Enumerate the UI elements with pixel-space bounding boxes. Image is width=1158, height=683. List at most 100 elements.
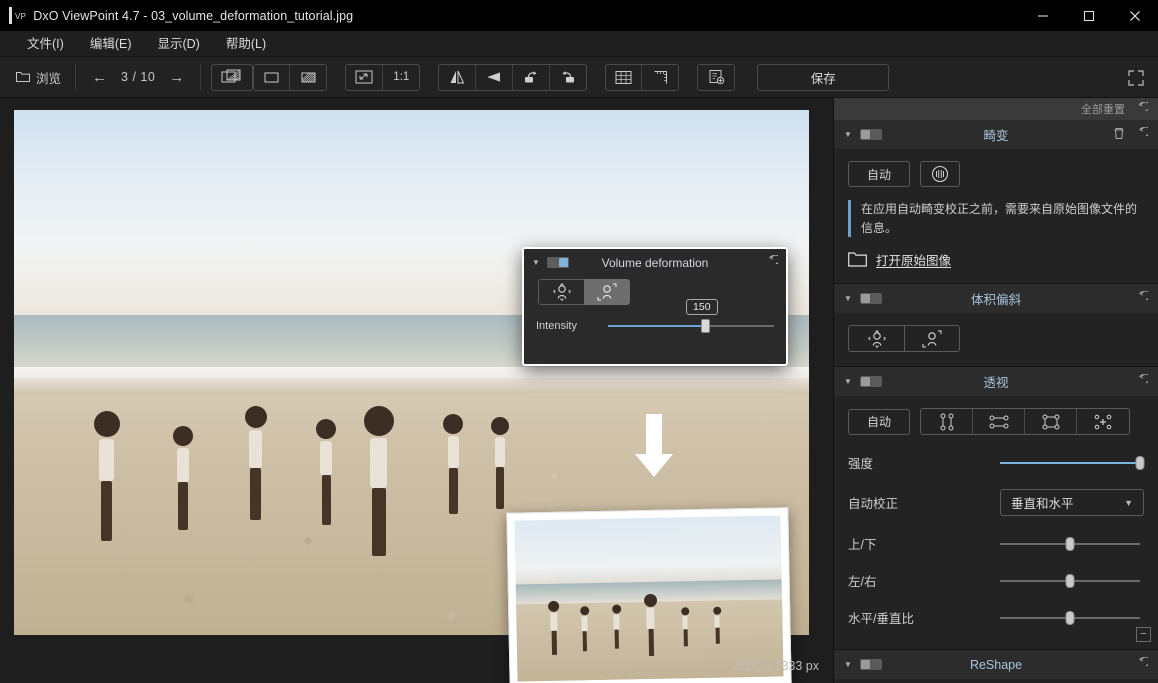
section-perspective-reset-button[interactable]: [1135, 374, 1148, 389]
volume-deformation-overlay[interactable]: ▼ Volume deformation: [522, 247, 788, 366]
watermark-button[interactable]: [698, 65, 734, 90]
menu-help[interactable]: 帮助(L): [213, 31, 279, 57]
overlay-group: [605, 64, 679, 91]
section-distortion-header[interactable]: ▼ 畸变: [834, 120, 1158, 149]
perspective-updown-slider[interactable]: [1000, 543, 1140, 545]
overlay-intensity-handle[interactable]: [701, 319, 710, 333]
menu-edit[interactable]: 编辑(E): [77, 31, 145, 57]
previous-image-button[interactable]: ←: [92, 70, 107, 85]
result-thumbnail-image: [514, 515, 783, 681]
overlay-intensity-slider[interactable]: 150: [608, 325, 774, 327]
perspective-ratio-handle[interactable]: [1066, 611, 1075, 625]
minimize-button[interactable]: [1020, 0, 1066, 31]
photo-figure-main: [364, 406, 394, 556]
volume-mode-edge-icon: [594, 282, 620, 302]
compare-split-button[interactable]: [212, 65, 252, 90]
trash-icon: [1113, 127, 1125, 140]
photo-foam: [14, 367, 809, 393]
grid-button[interactable]: [606, 65, 642, 90]
section-perspective-toggle[interactable]: [860, 376, 882, 387]
fit-to-screen-icon: [355, 70, 373, 84]
perspective-intensity-label: 强度: [848, 453, 1000, 472]
ruler-button[interactable]: [642, 65, 678, 90]
close-button[interactable]: [1112, 0, 1158, 31]
section-distortion-toggle[interactable]: [860, 129, 882, 140]
open-raw-image-link[interactable]: 打开原始图像: [848, 250, 1144, 269]
perspective-auto-button[interactable]: 自动: [848, 409, 910, 435]
volume-mode-edge-button[interactable]: [904, 325, 960, 352]
chevron-down-icon[interactable]: ▼: [844, 660, 852, 669]
section-reshape-reset-button[interactable]: [1135, 657, 1148, 672]
next-image-button[interactable]: →: [169, 70, 184, 85]
trash-button[interactable]: [1113, 127, 1125, 143]
perspective-ratio-slider[interactable]: [1000, 617, 1140, 619]
volume-mode-center-button[interactable]: [848, 325, 904, 352]
section-reshape-actions: [1135, 657, 1148, 672]
perspective-eight-point-button[interactable]: [1077, 409, 1129, 434]
maximize-button[interactable]: [1066, 0, 1112, 31]
rotate-right-icon: [559, 69, 577, 85]
browse-button[interactable]: 浏览: [0, 57, 75, 98]
toolbar-divider-2: [200, 64, 201, 90]
chevron-down-icon[interactable]: ▼: [844, 377, 852, 386]
fit-to-screen-button[interactable]: [346, 65, 383, 90]
minimize-icon: [1037, 10, 1049, 22]
volume-mode-edge-icon: [918, 329, 946, 349]
rotate-right-button[interactable]: [550, 65, 586, 90]
chevron-down-icon: ▼: [1124, 498, 1133, 508]
before-button[interactable]: [254, 65, 290, 90]
perspective-intensity-handle[interactable]: [1136, 456, 1145, 470]
perspective-updown-handle[interactable]: [1066, 537, 1075, 551]
menu-view[interactable]: 显示(D): [144, 31, 212, 57]
chevron-down-icon[interactable]: ▼: [844, 294, 852, 303]
distortion-lens-button[interactable]: [920, 161, 960, 187]
reset-all-button[interactable]: [1134, 102, 1148, 117]
section-reshape-header[interactable]: ▼ ReShape: [834, 650, 1158, 679]
watermark-icon: [708, 69, 725, 85]
perspective-collapse-button[interactable]: −: [1136, 627, 1151, 642]
auto-correct-dropdown[interactable]: 垂直和水平 ▼: [1000, 489, 1144, 516]
browse-label: 浏览: [36, 68, 61, 87]
rotate-left-icon: [522, 69, 540, 85]
zoom-1-1-button[interactable]: 1:1: [383, 65, 419, 90]
perspective-horizontal-button[interactable]: [973, 409, 1025, 434]
chevron-down-icon[interactable]: ▼: [532, 258, 540, 267]
fullscreen-button[interactable]: [1126, 68, 1146, 88]
section-distortion-reset-button[interactable]: [1135, 127, 1148, 143]
section-reshape-toggle[interactable]: [860, 659, 882, 670]
overlay-intensity-row: Intensity 150: [524, 320, 786, 332]
distortion-auto-button[interactable]: 自动: [848, 161, 910, 187]
reset-icon: [1135, 374, 1148, 386]
section-volume-header[interactable]: ▼ 体积偏斜: [834, 284, 1158, 313]
perspective-leftright-handle[interactable]: [1066, 574, 1075, 588]
rotate-left-button[interactable]: [513, 65, 550, 90]
menu-file[interactable]: 文件(I): [14, 31, 77, 57]
image-canvas[interactable]: ▼ Volume deformation: [0, 98, 833, 683]
section-perspective-header[interactable]: ▼ 透视: [834, 367, 1158, 396]
flip-horizontal-button[interactable]: [439, 65, 476, 90]
chevron-down-icon[interactable]: ▼: [844, 130, 852, 139]
reset-all-label[interactable]: 全部重置: [1081, 101, 1125, 117]
perspective-leftright-slider[interactable]: [1000, 580, 1140, 582]
perspective-rectangle-button[interactable]: [1025, 409, 1077, 434]
down-arrow-icon: [632, 412, 676, 480]
section-volume-toggle[interactable]: [860, 293, 882, 304]
before-icon: [264, 71, 279, 84]
reset-icon: [1135, 291, 1148, 303]
distortion-controls: 自动: [848, 161, 1144, 187]
flip-vertical-button[interactable]: [476, 65, 513, 90]
panel-collapse-handle[interactable]: [833, 385, 834, 401]
volume-mode-center-button[interactable]: [538, 279, 584, 305]
perspective-vertical-button[interactable]: [921, 409, 973, 434]
perspective-ratio-label: 水平/垂直比: [848, 608, 1000, 627]
volume-mode-center-icon: [549, 282, 575, 302]
overlay-toggle-switch[interactable]: [547, 257, 569, 268]
volume-mode-edge-button[interactable]: [584, 279, 630, 305]
after-button[interactable]: [290, 65, 326, 90]
perspective-intensity-slider[interactable]: [1000, 462, 1140, 464]
title-bar: VP DxO ViewPoint 4.7 - 03_volume_deforma…: [0, 0, 1158, 31]
section-volume-reset-button[interactable]: [1135, 291, 1148, 306]
overlay-reset-button[interactable]: [765, 255, 778, 270]
section-distortion-title: 畸变: [834, 125, 1158, 144]
save-button[interactable]: 保存: [757, 64, 889, 91]
